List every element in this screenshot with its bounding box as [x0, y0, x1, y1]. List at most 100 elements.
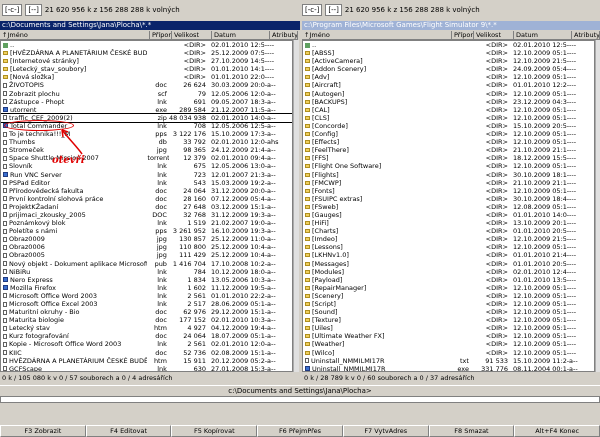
file-row[interactable]: [Flights] <DIR> 30.10.2009 18:12 ---- — [303, 171, 594, 179]
file-row[interactable]: Run VNC Server lnk 723 12.01.2007 21:30 -a-- — [1, 171, 292, 179]
file-row[interactable]: [LKHNv1.0] <DIR> 01.01.2010 21:45 ---- — [303, 251, 594, 259]
file-row[interactable]: [RepairManager] <DIR> 12.10.2009 05:12 ---- — [303, 284, 594, 292]
file-row[interactable]: Obraz0005 jpg 111 429 25.12.2009 10:45 -a-- — [1, 251, 292, 259]
file-row[interactable]: [Modules] <DIR> 02.01.2010 12:42 ---- — [303, 268, 594, 276]
file-row[interactable]: ProjektKŽadaní doc 27 648 03.12.2009 15:16-… — [1, 203, 292, 211]
file-row[interactable]: .. <DIR> 02.01.2010 12:53 ---- — [1, 41, 292, 49]
file-row[interactable]: .. <DIR> 02.01.2010 12:53 ---- — [303, 41, 594, 49]
file-row[interactable]: [Uiles] <DIR> 12.10.2009 05:12 ---- — [303, 324, 594, 332]
file-row[interactable]: Letecký stav htm 4 927 04.12.2009 19:40 -a-- — [1, 324, 292, 332]
file-row[interactable]: HVĚZDÁRNA A PLANETÁRIUM ČESKÉ BUDĚJOVI..… — [1, 357, 292, 365]
file-row[interactable]: [Letecký_stav_soubory] <DIR> 01.01.2010 14… — [1, 65, 292, 73]
file-row[interactable]: [Script] <DIR> 12.10.2009 05:12 ---- — [303, 300, 594, 308]
file-row[interactable]: [Gauges] <DIR> 01.01.2010 14:03 ---- — [303, 211, 594, 219]
file-row[interactable]: [FMCWP] <DIR> 21.10.2009 21:11 ---- — [303, 179, 594, 187]
column-header[interactable]: ↑Jméno — [0, 31, 150, 39]
fkey-button[interactable]: F4 Editovat — [85, 425, 172, 437]
left-path[interactable]: c:\Documents and Settings\Jana\Plocha\*.… — [0, 21, 300, 30]
file-row[interactable]: [FFS] <DIR> 18.12.2009 15:54 ---- — [303, 154, 594, 162]
fkey-button[interactable]: F6 PřejmPřes — [257, 425, 343, 437]
file-row[interactable]: Obraz0009 jpg 130 857 25.12.2009 11:05 -a-- — [1, 235, 292, 243]
file-row[interactable]: Přírodovědecká fakulta doc 24 064 31.12.200… — [1, 187, 292, 195]
file-row[interactable]: [Aircraft] <DIR> 01.01.2010 12:23 ---- — [303, 81, 594, 89]
file-row[interactable]: [ABSS] <DIR> 12.10.2009 05:11 ---- — [303, 49, 594, 57]
file-row[interactable]: Mozilla Firefox lnk 1 602 11.12.2009 19:58-… — [1, 284, 292, 292]
file-row[interactable]: [ActiveCamera] <DIR> 12.10.2009 21:59 ---- — [303, 57, 594, 65]
file-row[interactable]: Stromeček jpg 98 365 24.12.2009 21:48 -a-- — [1, 146, 292, 154]
file-row[interactable]: [Wilco] <DIR> 12.10.2009 05:11 ---- — [303, 349, 594, 357]
file-row[interactable]: [Addon Scenery] <DIR> 24.09.2009 05:46 ---- — [303, 65, 594, 73]
file-row[interactable]: [Adv] <DIR> 12.10.2009 05:12 ---- — [303, 73, 594, 81]
fkey-button[interactable]: F3 Zobrazit — [0, 425, 86, 437]
file-row[interactable]: [Lessons] <DIR> 12.10.2009 05:12 ---- — [303, 243, 594, 251]
file-row[interactable]: Nero Express lnk 1 834 13.05.2006 10:30 -a-- — [1, 276, 292, 284]
left-file-list[interactable]: .. <DIR> 02.01.2010 12:53 ---- [HVĚZDÁRNA A … — [0, 40, 293, 372]
file-row[interactable]: [Texture] <DIR> 12.10.2009 05:12 ---- — [303, 316, 594, 324]
file-row[interactable]: Microsoft Office Word 2003 lnk 2 561 01.01.… — [1, 292, 292, 300]
file-row[interactable]: Kurz fotografování doc 24 064 18.07.2009 05… — [1, 332, 292, 340]
left-scrollbar[interactable] — [293, 40, 299, 372]
file-row[interactable]: Poznámkový blok lnk 1 519 21.02.2007 19:06-… — [1, 219, 292, 227]
right-scrollbar[interactable] — [595, 40, 600, 372]
file-row[interactable]: NiBiRu lnk 784 10.12.2009 18:01 -a-- — [1, 268, 292, 276]
right-path[interactable]: c:\Program Files\Microsoft Games\Flight … — [302, 21, 600, 30]
file-row[interactable]: KIIC doc 52 736 02.08.2009 15:14 -a-- — [1, 349, 292, 357]
file-row[interactable]: Slovník lnk 675 12.05.2006 13:09 -a-- — [1, 162, 292, 170]
file-row[interactable]: [Nová složka] <DIR> 01.01.2010 22:07 ---- — [1, 73, 292, 81]
column-header[interactable]: Datum — [514, 31, 572, 39]
file-row[interactable]: Kopie - Microsoft Office Word 2003 lnk 2 5… — [1, 340, 292, 348]
file-row[interactable]: [Weather] <DIR> 12.10.2009 05:11 ---- — [303, 340, 594, 348]
column-header[interactable]: Atributy — [270, 31, 298, 39]
file-row[interactable]: [Fonts] <DIR> 12.10.2009 05:12 ---- — [303, 187, 594, 195]
file-row[interactable]: [FeelThere] <DIR> 21.10.2009 21:11 ---- — [303, 146, 594, 154]
fkey-button[interactable]: F7 VytvAdres — [342, 425, 429, 437]
file-row[interactable]: Maturitní okruhy - Bio doc 62 976 29.12.200… — [1, 308, 292, 316]
file-row[interactable]: První kontrolní slohová práce doc 28 160 07… — [1, 195, 292, 203]
file-row[interactable]: [Charts] <DIR> 01.01.2010 20:51 ---- — [303, 227, 594, 235]
file-row[interactable]: GCFScape lnk 630 27.01.2008 15:33 -a-- — [1, 365, 292, 371]
file-row[interactable]: Maturita biologie doc 177 152 02.01.2010 10… — [1, 316, 292, 324]
file-row[interactable]: [Internetové stránky] <DIR> 27.10.2009 14:… — [1, 57, 292, 65]
column-header[interactable]: Přípona — [150, 31, 172, 39]
file-row[interactable]: [FSweb] <DIR> 12.08.2009 05:12 ---- — [303, 203, 594, 211]
file-row[interactable]: PSPad Editor lnk 543 15.03.2009 19:23 -a-- — [1, 179, 292, 187]
file-row[interactable]: [Scenery] <DIR> 12.10.2009 05:12 ---- — [303, 292, 594, 300]
left-drive-select[interactable]: [-c-] — [2, 4, 23, 16]
column-header[interactable]: Velikost — [172, 31, 212, 39]
file-row[interactable]: To je technika!!!_M pps 3 122 176 15.10.200… — [1, 130, 292, 138]
file-row[interactable]: Poletíte s námi pps 3 261 952 16.10.2009 19… — [1, 227, 292, 235]
right-drive-select[interactable]: [-c-] — [302, 4, 323, 16]
file-row[interactable]: [Messages] <DIR> 01.01.2010 20:51 ---- — [303, 260, 594, 268]
column-header[interactable]: Přípona — [452, 31, 474, 39]
column-header[interactable]: Atributy — [572, 31, 600, 39]
fkey-button[interactable]: F8 Smazat — [428, 425, 515, 437]
file-row[interactable]: [Concorde] <DIR> 15.10.2009 20:51 ---- — [303, 122, 594, 130]
file-row[interactable]: Zobrazit plochu scf 79 12.05.2006 12:06 -a-- — [1, 90, 292, 98]
file-row[interactable]: Obraz0006 jpg 110 800 25.12.2009 10:46 -a-- — [1, 243, 292, 251]
file-row[interactable]: [FSUIPC extras] <DIR> 30.10.2009 18:41 ---- — [303, 195, 594, 203]
file-row[interactable]: Space Shuttle Mission 2007 torrent 12 379 0… — [1, 154, 292, 162]
file-row[interactable]: [Payload] <DIR> 01.01.2010 13:57 ---- — [303, 276, 594, 284]
file-row[interactable]: prijimaci_zkousky_2005 DOC 32 768 31.12.200… — [1, 211, 292, 219]
file-row[interactable]: utorrent exe 289 584 21.12.2007 11:52 -a-- — [1, 106, 292, 114]
file-row[interactable]: Uninstall_NMMILMI17R exe 331 776 08.11.2004… — [303, 365, 594, 371]
file-row[interactable]: [Ultimate Weather FX] <DIR> 12.10.2009 05:… — [303, 332, 594, 340]
column-header[interactable]: ↑Jméno — [302, 31, 452, 39]
file-row[interactable]: [HVĚZDÁRNA A PLANETÁRIUM ČESKÉ BUDĚJOVIC… — [1, 49, 292, 57]
file-row[interactable]: [CAL] <DIR> 12.10.2009 05:12 ---- — [303, 106, 594, 114]
fkey-button[interactable]: F5 Kopírovat — [171, 425, 258, 437]
file-row[interactable]: Thumbs db 33 792 02.01.2010 12:03 -ahs — [1, 138, 292, 146]
right-file-list[interactable]: .. <DIR> 02.01.2010 12:53 ---- [ABSS] <DIR> 12… — [302, 40, 595, 372]
file-row[interactable]: [CLS] <DIR> 12.10.2009 05:12 ---- — [303, 114, 594, 122]
file-row[interactable]: [Imdeo] <DIR> 12.10.2009 21:57 ---- — [303, 235, 594, 243]
file-row[interactable]: Nový objekt - Dokument aplikace Microsof… — [1, 260, 292, 268]
file-row[interactable]: ŽIVOTOPIS doc 26 624 30.03.2009 20:08 -a-- — [1, 81, 292, 89]
column-header[interactable]: Velikost — [474, 31, 514, 39]
fkey-button[interactable]: Alt+F4 Konec — [514, 425, 600, 437]
file-row[interactable]: [HiFi] <DIR> 13.10.2009 20:19 ---- — [303, 219, 594, 227]
file-row[interactable]: [Effects] <DIR> 12.10.2009 05:12 ---- — [303, 138, 594, 146]
column-header[interactable]: Datum — [212, 31, 270, 39]
file-row[interactable]: Zástupce - Phopt lnk 691 09.05.2007 18:31 -a… — [1, 98, 292, 106]
file-row[interactable]: Uninstall_NMMILMI17R txt 91 533 15.10.2009 … — [303, 357, 594, 365]
file-row[interactable]: [Flight One Software] <DIR> 12.10.2009 05:… — [303, 162, 594, 170]
